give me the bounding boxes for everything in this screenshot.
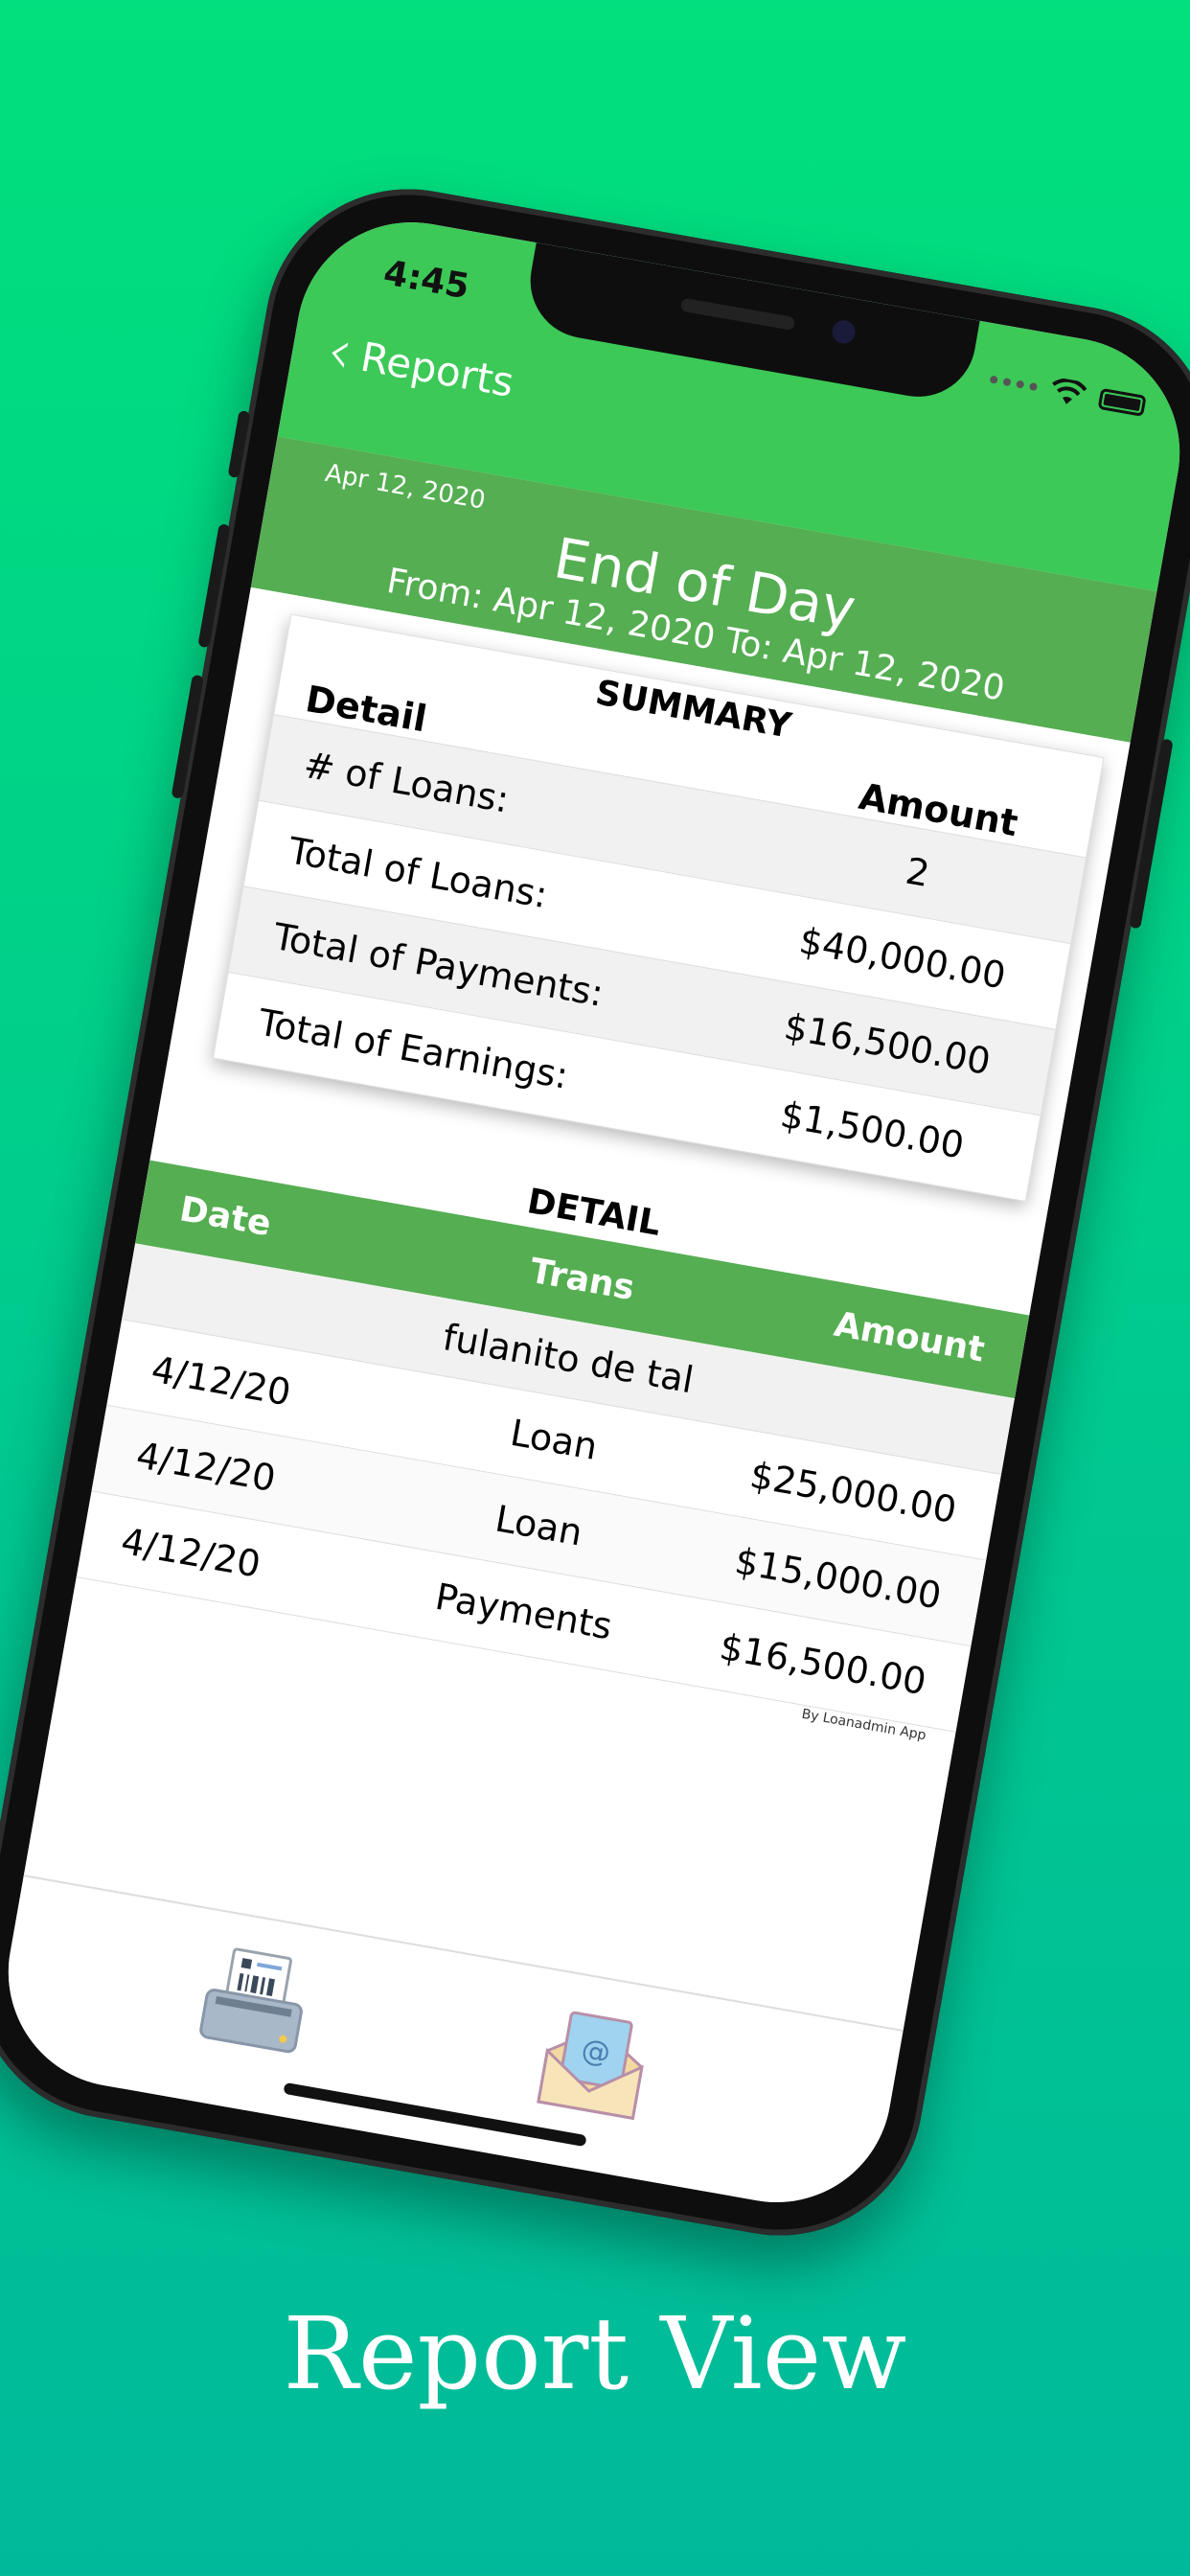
status-icons [988, 366, 1147, 420]
chevron-left-icon: ‹ [321, 314, 358, 389]
power-button [1129, 738, 1174, 930]
promo-caption: Report View [283, 2295, 907, 2412]
signal-dots-icon [989, 375, 1039, 392]
back-button-label: Reports [356, 333, 518, 406]
volume-up-button [197, 523, 231, 649]
summary-row-label: # of Loans: [300, 743, 513, 821]
email-button[interactable]: @ [527, 1998, 660, 2131]
volume-down-button [171, 674, 204, 799]
battery-icon [1097, 387, 1147, 417]
report-content[interactable]: SUMMARY Detail Amount # of Loans: 2 Tota… [23, 586, 1131, 2032]
phone-screen: 4:45 ‹ Reports Apr 12, 2020 End of Day F… [0, 204, 1190, 2220]
back-button[interactable]: ‹ Reports [321, 314, 518, 413]
email-icon: @ [537, 2011, 644, 2121]
print-button[interactable] [188, 1938, 321, 2071]
front-camera [830, 318, 858, 346]
wifi-icon [1052, 378, 1087, 404]
mute-switch [227, 409, 251, 479]
printer-icon [199, 1947, 303, 2054]
phone-frame: 4:45 ‹ Reports Apr 12, 2020 End of Day F… [0, 166, 1190, 2259]
status-time: 4:45 [380, 253, 472, 308]
summary-row-value: $1,500.00 [777, 1092, 968, 1167]
svg-text:@: @ [579, 2033, 613, 2071]
speaker-grille [679, 297, 796, 332]
detail-section: DETAIL Date Trans Amount fulanito de tal… [76, 1116, 1038, 1743]
